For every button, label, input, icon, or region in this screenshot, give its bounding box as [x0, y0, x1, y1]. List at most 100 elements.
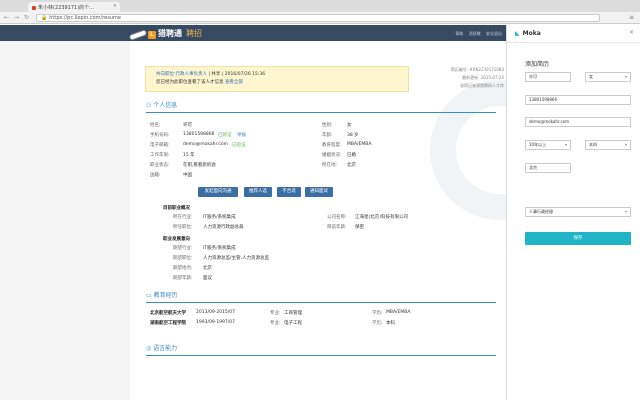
school-name: 湖南航空工程学院: [150, 321, 186, 326]
field-value: 中国: [183, 173, 192, 178]
section-title-personal: ⚇ 个人信息: [146, 100, 177, 109]
reject-button[interactable]: 不合适: [277, 187, 301, 197]
close-panel-icon[interactable]: ×: [629, 29, 634, 36]
field-value: demo@mokahr.com: [183, 142, 229, 147]
notice-meta: | 共享 | 2016/07/26 15:36: [207, 72, 266, 77]
field-label: 所在行业:: [173, 215, 193, 220]
favicon-icon: [32, 5, 36, 10]
edu-period: 2013/09-2015/07: [196, 310, 236, 315]
address-bar-row: ← → ↻ 🔒 https://pc.liepin.com/resume ≡: [0, 12, 640, 24]
phone-input[interactable]: 13801598866: [525, 95, 631, 105]
field-label: 期望职位:: [173, 256, 193, 261]
field-value: IT服务/系统集成: [203, 246, 236, 251]
degree-select[interactable]: 本科 ▾: [585, 140, 631, 150]
site-logo[interactable]: L 猎聘通 聘招: [148, 28, 202, 39]
browser-tab[interactable]: 朱小林(2239171)的个... ×: [28, 2, 120, 12]
url-input[interactable]: 🔒 https://pc.liepin.com/resume: [36, 14, 600, 22]
resume-source: 该简历来源猎聘网人才库: [460, 83, 504, 88]
resume-updated: 最新更新: 2015-07-26: [462, 75, 504, 80]
moka-logo-icon: ◣: [515, 30, 520, 37]
chevron-down-icon: ▾: [624, 142, 627, 147]
field-label: 年龄:: [322, 133, 333, 138]
field-label: 手机号码:: [150, 133, 170, 138]
section-title-language: ◎ 语言能力: [146, 343, 177, 352]
forward-icon[interactable]: →: [14, 14, 19, 21]
messages-link[interactable]: 消息数: [469, 31, 481, 36]
school-name: 北京航空航天大学: [150, 311, 186, 316]
field-label: 所任职位:: [173, 225, 193, 230]
chevron-down-icon: ▾: [624, 74, 627, 79]
notice-text: 您已经为此职位查看了该人才信息: [156, 80, 224, 85]
logout-link[interactable]: 安全退出: [486, 31, 502, 36]
gender-value: 女: [589, 74, 593, 79]
book-icon: ▭: [146, 292, 154, 299]
section-title-text: 个人信息: [153, 102, 178, 109]
field-value: 许可: [183, 123, 192, 128]
email-input[interactable]: demo@mokahr.com: [525, 117, 631, 127]
field-label: 教育程度:: [322, 143, 342, 148]
section-divider: [146, 112, 496, 113]
name-input[interactable]: 许可: [525, 72, 571, 82]
interview-button[interactable]: 通知面试: [305, 187, 333, 197]
field-value: 女: [347, 123, 352, 128]
save-button[interactable]: 保存: [525, 232, 631, 245]
header-links: 帮助 消息数 安全退出: [451, 31, 502, 37]
field-value: 13801598866: [183, 132, 215, 137]
stage-select[interactable]: 人事行政经理 ▾: [525, 207, 631, 217]
site-header: L 猎聘通 聘招 帮助 消息数 安全退出: [0, 25, 506, 41]
experience-select[interactable]: 10年以上 ▾: [525, 140, 571, 150]
city-input[interactable]: 北京: [525, 163, 571, 173]
field-label: 公司名称:: [327, 215, 347, 220]
field-label: 期望年薪:: [173, 276, 193, 281]
browser-tab-bar: 朱小林(2239171)的个... ×: [0, 0, 640, 12]
url-text: https://pc.liepin.com/resume: [49, 15, 121, 21]
menu-icon[interactable]: ≡: [629, 14, 634, 21]
field-label: 期望地点:: [173, 266, 193, 271]
field-value: 已婚: [347, 153, 356, 158]
field-label: 学历:: [372, 311, 383, 316]
section-title-text: 语言能力: [153, 345, 178, 352]
field-label: 所在地:: [322, 163, 338, 168]
panel-header: ◣ Moka ×: [507, 25, 640, 43]
field-value: 北京: [347, 163, 356, 168]
notice-banner: 共向职位:行政人事负责人 | 共享 | 2016/07/26 15:36 您已经…: [145, 66, 409, 92]
contact-button[interactable]: 发起面向沟通: [198, 187, 238, 197]
field-value: 人力资源行政副总裁: [203, 225, 244, 230]
resume-id: 简历编号: #RN2239171084: [450, 67, 504, 72]
field-value: 江海星(北京)科技有限公司: [355, 215, 409, 220]
field-label: 专业:: [270, 321, 281, 326]
gender-select[interactable]: 女 ▾: [585, 72, 631, 82]
degree-value: 本科: [589, 142, 597, 147]
field-label: 性别:: [322, 123, 333, 128]
field-value: 面议: [203, 276, 212, 281]
reload-icon[interactable]: ↻: [24, 14, 29, 21]
recommend-button[interactable]: 推荐人选: [244, 187, 272, 197]
field-value: 人力资源总监/主管,人力资源总监: [203, 256, 269, 261]
field-label: 婚姻状况:: [322, 153, 342, 158]
resume-meta: 简历编号: #RN2239171084 最新更新: 2015-07-26 该简历…: [418, 66, 504, 90]
page-background: [0, 41, 506, 400]
view-all-link[interactable]: 查看全部: [225, 80, 243, 85]
field-label: 学历:: [372, 321, 383, 326]
field-label: 职业状态:: [150, 163, 170, 168]
close-tab-icon[interactable]: ×: [113, 3, 117, 9]
field-label: 期望行业:: [173, 246, 193, 251]
notice-job[interactable]: 共向职位:行政人事负责人: [156, 72, 207, 77]
report-link[interactable]: 举报: [237, 132, 246, 138]
field-label: 国籍:: [150, 173, 161, 178]
section-divider: [146, 302, 496, 303]
moka-side-panel: ◣ Moka × 添加简历 许可 女 ▾ 13801598866 demo@mokah…: [506, 25, 640, 400]
section-divider: [146, 355, 496, 356]
edu-period: 1993/09-1997/07: [196, 320, 236, 325]
field-value: 保密: [355, 225, 364, 230]
help-link[interactable]: 帮助: [455, 31, 463, 36]
notice-line1: 共向职位:行政人事负责人 | 共享 | 2016/07/26 15:36: [156, 71, 398, 79]
lock-icon: 🔒: [41, 15, 48, 21]
edu-major: 工商管理: [284, 311, 302, 316]
field-label: 目前年薪:: [327, 225, 347, 230]
experience-value: 10年以上: [529, 142, 547, 147]
field-label: 工作年限:: [150, 153, 170, 158]
back-icon[interactable]: ←: [4, 14, 9, 21]
logo-subtext: 聘招: [186, 29, 202, 38]
edu-major: 电子工程: [284, 321, 302, 326]
